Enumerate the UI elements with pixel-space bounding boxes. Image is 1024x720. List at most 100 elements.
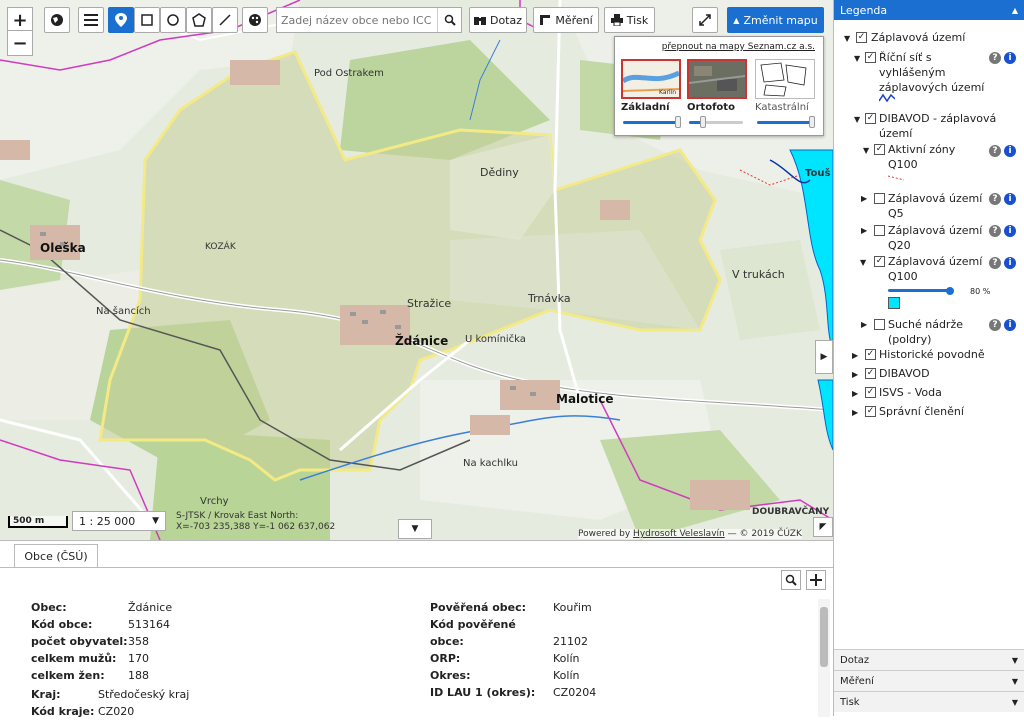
expand-bottom-panel-button[interactable]: ▼	[398, 519, 432, 539]
expand-arrow-icon[interactable]: ▶	[861, 194, 867, 203]
legend-item-dibavod-zaplavova: DIBAVOD - záplavová území	[879, 112, 997, 140]
help-icon[interactable]: ?	[989, 319, 1001, 331]
info-right-column: Pověřená obec: Kouřim Kód pověřené obce: 2…	[430, 599, 596, 701]
expand-arrow-icon[interactable]: ▶	[852, 408, 858, 417]
label-na-sancich: Na šancích	[96, 306, 151, 317]
printer-icon	[610, 14, 623, 26]
info-scrollbar[interactable]	[818, 599, 830, 717]
pan-to-feature-button[interactable]	[806, 570, 826, 590]
layer-checkbox[interactable]: ✓	[865, 113, 876, 124]
zoom-to-feature-button[interactable]	[781, 570, 801, 590]
q100-opacity-slider[interactable]	[888, 289, 948, 292]
ortofoto-opacity-knob[interactable]	[700, 116, 706, 128]
measure-button[interactable]: Měření	[533, 7, 599, 33]
layer-checkbox[interactable]: ✓	[865, 52, 876, 63]
expand-arrow-icon[interactable]: ▼	[844, 34, 850, 43]
legend-item-q5: Záplavová území Q5	[888, 192, 983, 220]
circle-tool-button[interactable]	[160, 7, 186, 33]
layer-checkbox[interactable]: ✓	[874, 256, 885, 267]
collapse-sidebar-button[interactable]: ▶	[815, 340, 833, 374]
zakladni-opacity-knob[interactable]	[675, 116, 681, 128]
help-icon[interactable]: ?	[989, 225, 1001, 237]
info-icon[interactable]: i	[1004, 145, 1016, 157]
basemap-zakladni-label[interactable]: Základní	[621, 102, 670, 113]
polygon-tool-button[interactable]	[186, 7, 212, 33]
caret-down-icon: ▼	[1011, 697, 1018, 707]
label-strazice: Stražice	[407, 297, 452, 310]
layer-checkbox[interactable]: ✓	[865, 368, 876, 379]
layer-checkbox[interactable]: ✓	[856, 32, 867, 43]
layer-checkbox[interactable]	[874, 193, 885, 204]
expand-arrow-icon[interactable]: ▼	[860, 258, 866, 267]
katastralni-opacity-slider[interactable]	[757, 121, 813, 124]
layer-checkbox[interactable]	[874, 319, 885, 330]
layer-checkbox[interactable]: ✓	[865, 387, 876, 398]
help-icon[interactable]: ?	[989, 52, 1001, 64]
help-icon[interactable]: ?	[989, 193, 1001, 205]
seznam-link[interactable]: přepnout na mapy Seznam.cz a.s.	[662, 42, 815, 52]
expand-arrow-icon[interactable]: ▼	[863, 146, 869, 155]
search-button[interactable]	[437, 8, 461, 32]
legend-item-q100: Záplavová území Q100	[888, 255, 983, 283]
help-icon[interactable]: ?	[989, 145, 1001, 157]
palette-button[interactable]	[242, 7, 268, 33]
line-tool-button[interactable]	[212, 7, 238, 33]
map-canvas[interactable]: Ždánice Oleška Malotice Dědiny Trnávka S…	[0, 0, 833, 540]
scrollbar-thumb[interactable]	[820, 607, 828, 667]
info-icon[interactable]: i	[1004, 193, 1016, 205]
search-input[interactable]	[277, 8, 437, 32]
legend-item-q20: Záplavová území Q20	[888, 224, 983, 252]
accordion-dotaz-label: Dotaz	[840, 654, 870, 666]
menu-button[interactable]	[78, 7, 104, 33]
basemap-ortofoto-label[interactable]: Ortofoto	[687, 102, 735, 113]
query-button[interactable]: Dotaz	[469, 7, 527, 33]
fullscreen-button[interactable]	[692, 7, 718, 33]
expand-arrow-icon[interactable]: ▶	[852, 351, 858, 360]
accordion-dotaz[interactable]: Dotaz ▼	[834, 649, 1024, 670]
info-row: Okres: Kolín	[430, 669, 580, 682]
tab-obce-csu[interactable]: Obce (ČSÚ)	[14, 544, 98, 568]
basemap-katastralni-label[interactable]: Katastrální	[755, 102, 809, 113]
zoom-out-button[interactable]: −	[7, 30, 33, 56]
corner-arrow-icon: ◤	[819, 522, 827, 532]
zakladni-opacity-slider[interactable]	[623, 121, 679, 124]
info-row: počet obyvatel:358	[31, 635, 149, 648]
point-tool-button[interactable]	[108, 7, 134, 33]
layer-checkbox[interactable]	[874, 225, 885, 236]
expand-arrow-icon[interactable]: ▶	[861, 320, 867, 329]
layer-checkbox[interactable]: ✓	[874, 144, 885, 155]
expand-arrow-icon[interactable]: ▼	[854, 54, 860, 63]
help-icon[interactable]: ?	[989, 257, 1001, 269]
info-row: ORP: Kolín	[430, 652, 580, 665]
info-icon[interactable]: i	[1004, 319, 1016, 331]
scale-select[interactable]: 1 : 25 000 ▼	[72, 511, 166, 531]
change-map-button[interactable]: ▲ Změnit mapu	[727, 7, 824, 33]
expand-arrow-icon[interactable]: ▶	[852, 370, 858, 379]
label-zdanice: Ždánice	[395, 334, 449, 348]
expand-arrow-icon[interactable]: ▶	[861, 226, 867, 235]
expand-arrow-icon[interactable]: ▼	[854, 115, 860, 124]
accordion-mereni[interactable]: Měření ▼	[834, 670, 1024, 691]
expand-arrow-icon[interactable]: ▶	[852, 389, 858, 398]
legend-header[interactable]: Legenda ▲	[834, 0, 1024, 20]
info-icon[interactable]: i	[1004, 257, 1016, 269]
rectangle-tool-button[interactable]	[134, 7, 160, 33]
print-button[interactable]: Tisk	[604, 7, 655, 33]
corner-toggle-button[interactable]: ◤	[813, 517, 833, 537]
legend-title: Legenda	[840, 3, 888, 17]
powered-by-prefix: Powered by	[578, 529, 631, 539]
accordion-tisk[interactable]: Tisk ▼	[834, 691, 1024, 712]
basemap-ortofoto-thumb[interactable]	[687, 59, 747, 99]
info-icon[interactable]: i	[1004, 225, 1016, 237]
q100-opacity-knob[interactable]	[946, 287, 954, 295]
basemap-katastralni-thumb[interactable]	[755, 59, 815, 99]
hydrosoft-link[interactable]: Hydrosoft Veleslavín	[633, 529, 725, 539]
katastralni-opacity-knob[interactable]	[809, 116, 815, 128]
layer-checkbox[interactable]: ✓	[865, 406, 876, 417]
basemap-zakladni-thumb[interactable]: Karlín	[621, 59, 681, 99]
label-kozak: KOZÁK	[205, 242, 236, 252]
info-icon[interactable]: i	[1004, 52, 1016, 64]
legend-item-isvs-voda: ISVS - Voda	[879, 386, 942, 399]
layer-checkbox[interactable]: ✓	[865, 349, 876, 360]
globe-button[interactable]	[44, 7, 70, 33]
